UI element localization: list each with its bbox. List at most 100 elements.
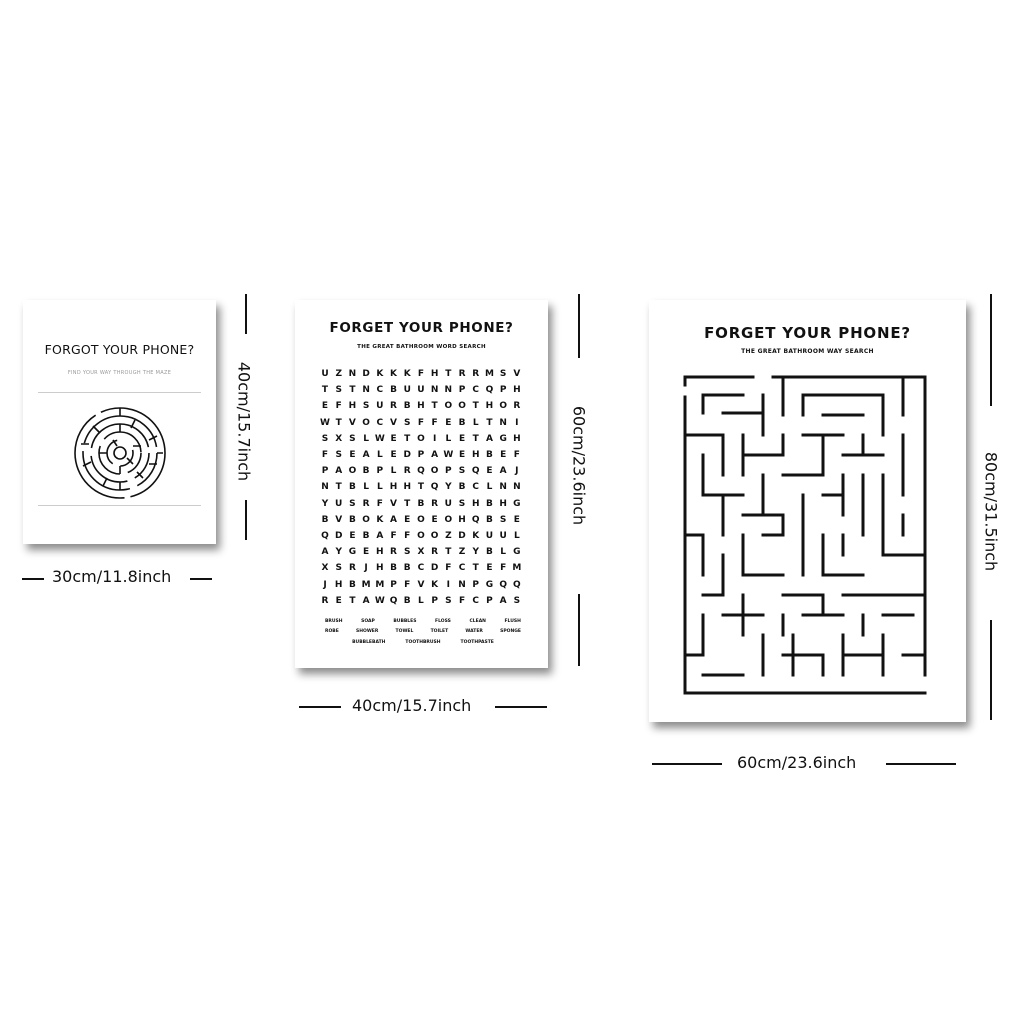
grid-row: TSTNCBUUNNPCQPH [319,382,523,398]
grid-letter: G [513,498,521,509]
grid-row: UZNDKKKFHTRRMSV [319,366,523,382]
grid-letter: L [472,417,479,428]
divider [38,392,201,393]
grid-letter: R [513,401,521,412]
grid-letter: C [417,563,425,574]
grid-letter: B [390,563,397,574]
dimension-line [886,763,956,765]
poster-subtitle: THE GREAT BATHROOM WORD SEARCH [357,344,486,350]
grid-letter: Y [321,498,329,509]
grid-letter: L [418,595,424,606]
grid-letter: U [321,369,329,380]
grid-row: YUSRFVTBRUSHBHG [319,496,523,512]
grid-letter: F [431,417,438,428]
grid-row: WTVOCVSFFEBLTNI [319,415,523,431]
grid-letter: O [362,417,370,428]
dimension-line [578,594,580,666]
grid-letter: T [472,563,479,574]
grid-letter: L [500,547,507,558]
grid-letter: R [390,547,397,558]
grid-letter: P [445,466,452,477]
grid-letter: N [430,385,439,396]
grid-letter: N [499,417,507,428]
dimension-line [652,763,722,765]
grid-letter: H [499,498,507,509]
grid-letter: R [472,369,480,380]
word-item: WATER [465,629,483,635]
grid-row: EFHSURBHTOOTHOR [319,398,523,414]
circular-maze-image [74,407,166,499]
grid-letter: L [390,466,397,477]
grid-letter: H [348,401,357,412]
grid-letter: M [512,563,522,574]
grid-letter: S [458,498,466,509]
dimension-line [245,294,247,334]
grid-letter: O [499,401,507,412]
grid-letter: Q [499,579,507,590]
grid-letter: R [321,595,329,606]
grid-letter: E [390,450,397,461]
dimension-line [990,294,992,406]
grid-letter: Q [321,530,329,541]
grid-letter: K [376,369,384,380]
word-list: BRUSH SOAP BUBBLES FLOSS CLEAN FLUSH ROBE SHOWE… [325,616,521,648]
grid-letter: B [348,482,356,493]
grid-letter: E [458,433,466,444]
grid-letter: R [458,369,466,380]
grid-letter: V [417,579,425,590]
grid-letter: T [335,417,342,428]
grid-letter: O [444,401,453,412]
word-item: FLUSH [504,618,521,624]
word-item: SOAP [361,618,375,624]
grid-letter: D [403,450,411,461]
grid-letter: H [471,498,480,509]
grid-letter: O [417,514,425,525]
grid-letter: E [486,466,493,477]
grid-letter: K [403,369,411,380]
grid-letter: Z [458,547,466,558]
grid-letter: H [513,433,521,444]
grid-letter: S [445,595,452,606]
grid-letter: D [334,530,343,541]
grid-letter: S [335,450,342,461]
grid-letter: R [348,563,356,574]
dimension-line [299,706,341,708]
dimension-line [495,706,547,708]
grid-letter: S [499,514,507,525]
grid-letter: H [417,401,425,412]
grid-letter: G [499,433,507,444]
grid-letter: H [376,563,384,574]
grid-letter: W [374,433,385,444]
grid-letter: E [349,530,356,541]
grid-letter: C [458,563,466,574]
word-row: BUBBLEBATH TOOTHBRUSH TOOTHPASTE [325,637,521,648]
grid-letter: B [321,514,329,525]
grid-letter: L [445,433,452,444]
grid-letter: J [323,579,327,590]
grid-letter: T [335,482,342,493]
poster-title: FORGET YOUR PHONE? [704,324,911,342]
grid-letter: O [417,433,425,444]
grid-letter: C [472,595,480,606]
grid-letter: L [376,482,383,493]
grid-letter: K [472,530,480,541]
grid-letter: D [458,530,466,541]
grid-letter: T [321,385,329,396]
grid-letter: V [348,417,356,428]
dimension-line [190,578,212,580]
grid-letter: E [445,417,452,428]
grid-row: SXSLWETOILETAGH [319,431,523,447]
grid-letter: A [362,595,370,606]
grid-letter: H [403,482,411,493]
grid-letter: F [513,450,520,461]
grid-letter: Y [335,547,342,558]
word-item: BUBBLES [393,618,417,624]
grid-letter: C [376,385,384,396]
grid-letter: E [349,450,356,461]
grid-letter: S [335,563,342,574]
grid-letter: L [363,433,369,444]
word-item: CLEAN [469,618,486,624]
grid-letter: U [335,498,343,509]
grid-letter: V [390,498,397,509]
grid-letter: U [499,530,507,541]
